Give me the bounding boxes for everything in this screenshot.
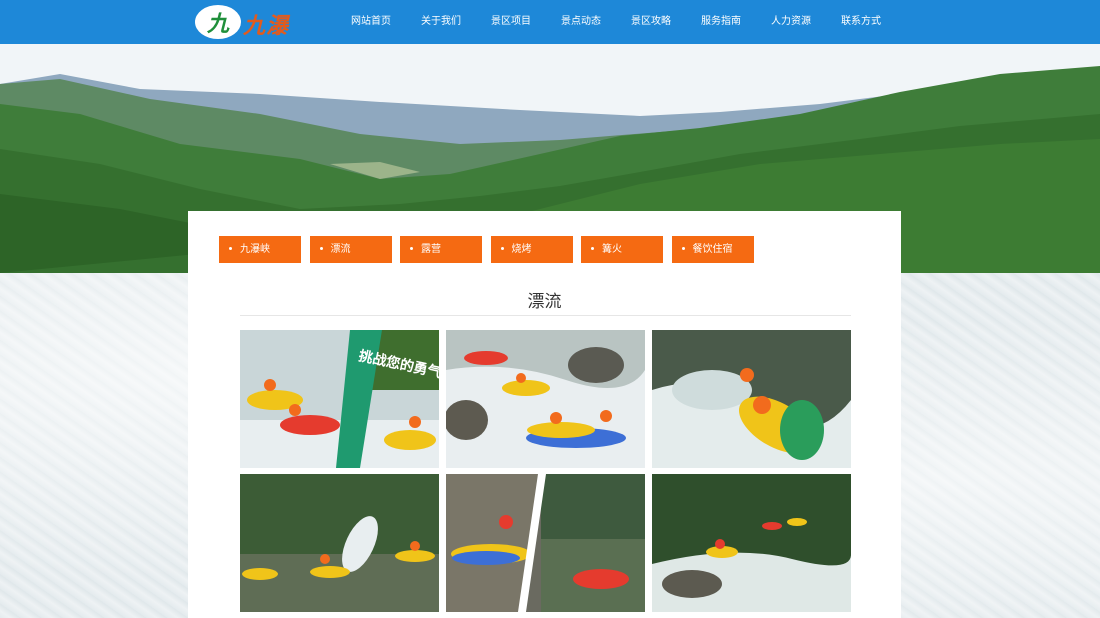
nav-home[interactable]: 网站首页: [336, 0, 406, 44]
bullet-icon: [410, 246, 413, 250]
bullet-icon: [681, 246, 685, 250]
category-label: 篝火: [602, 244, 622, 255]
category-camping[interactable]: 露营: [400, 236, 482, 263]
site-logo[interactable]: 九 九瀑峡: [195, 5, 310, 71]
bullet-icon: [591, 246, 594, 250]
category-tabs: 九瀑峡 漂流 露营 烧烤 篝火 餐饮住宿: [219, 236, 762, 263]
header-bar: 九 九瀑峡 网站首页 关于我们 景区项目 景点动态 景区攻略 服务指南 人力资源…: [0, 0, 1100, 71]
bullet-icon: [229, 246, 232, 250]
main-nav: 网站首页 关于我们 景区项目 景点动态 景区攻略 服务指南 人力资源 联系方式: [336, 0, 896, 44]
photo-gallery: 挑战您的勇气与胆略: [240, 330, 851, 612]
category-dining[interactable]: 餐饮住宿: [671, 236, 754, 263]
nav-about[interactable]: 关于我们: [406, 0, 476, 44]
rafting-photo-5[interactable]: [446, 474, 645, 612]
category-label: 九瀑峡: [240, 244, 270, 255]
section-title: 漂流: [527, 292, 562, 312]
rafting-photo-6[interactable]: [652, 474, 851, 612]
rafting-photo-1[interactable]: 挑战您的勇气与胆略: [240, 330, 439, 468]
nav-guide[interactable]: 景区攻略: [616, 0, 686, 44]
category-bbq[interactable]: 烧烤: [490, 236, 573, 263]
category-bonfire[interactable]: 篝火: [581, 236, 663, 263]
content-card: 九瀑峡 漂流 露营 烧烤 篝火 餐饮住宿 漂流 挑战您的勇气与胆略: [188, 211, 901, 618]
logo-badge-icon: 九: [195, 5, 241, 39]
category-jiupuxia[interactable]: 九瀑峡: [219, 236, 301, 263]
category-label: 烧烤: [511, 244, 532, 255]
nav-contact[interactable]: 联系方式: [826, 0, 896, 44]
category-label: 露营: [421, 244, 441, 255]
category-rafting[interactable]: 漂流: [309, 236, 392, 263]
category-label: 漂流: [330, 244, 351, 255]
rafting-photo-4[interactable]: [240, 474, 439, 612]
bullet-icon: [500, 246, 504, 250]
nav-news[interactable]: 景点动态: [546, 0, 616, 44]
divider: [240, 315, 851, 316]
nav-jobs[interactable]: 人力资源: [756, 0, 826, 44]
rafting-photo-2[interactable]: [446, 330, 645, 468]
nav-service[interactable]: 服务指南: [686, 0, 756, 44]
nav-projects[interactable]: 景区项目: [476, 0, 546, 44]
category-label: 餐饮住宿: [692, 244, 733, 255]
rafting-photo-3[interactable]: [652, 330, 851, 468]
bullet-icon: [319, 246, 323, 250]
